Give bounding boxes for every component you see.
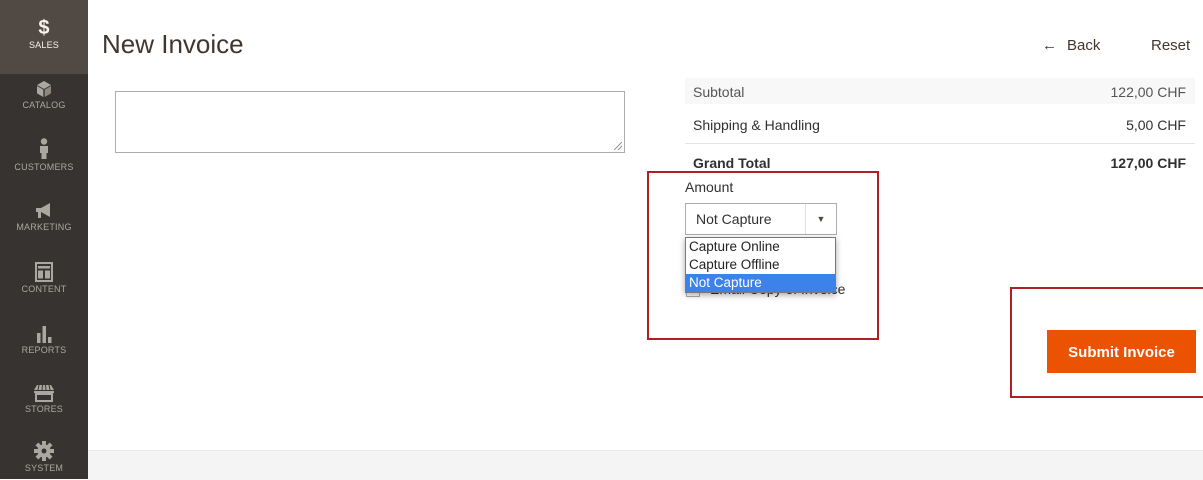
page-title: New Invoice (102, 29, 244, 59)
page-footer (88, 450, 1203, 480)
person-icon (40, 138, 48, 159)
shipping-label: Shipping & Handling (693, 117, 820, 133)
sidebar-item-catalog[interactable]: CATALOG (0, 80, 88, 110)
sidebar-item-system[interactable]: SYSTEM (0, 441, 88, 473)
sidebar-item-marketing[interactable]: MARKETING (0, 202, 88, 232)
sidebar-item-customers[interactable]: CUSTOMERS (0, 138, 88, 172)
grand-total-row: Grand Total 127,00 CHF (693, 155, 1186, 171)
totals-divider (685, 143, 1195, 144)
grand-total-label: Grand Total (693, 155, 771, 171)
grand-total-value: 127,00 CHF (1110, 155, 1186, 171)
sidebar-item-label: SALES (28, 40, 60, 50)
invoice-comment-textarea[interactable] (115, 91, 625, 153)
dollar-icon: $ (38, 17, 50, 39)
sidebar-item-label: CATALOG (22, 100, 66, 110)
back-label: Back (1067, 37, 1101, 54)
storefront-icon (34, 384, 54, 402)
highlight-box-capture (647, 171, 879, 340)
reset-button[interactable]: Reset (1151, 37, 1190, 54)
highlight-box-submit (1010, 287, 1203, 398)
gear-icon (34, 441, 54, 461)
sidebar-item-content[interactable]: CONTENT (0, 262, 88, 294)
sidebar-item-stores[interactable]: STORES (0, 384, 88, 414)
sidebar-item-label: STORES (24, 404, 64, 414)
sidebar-item-label: CONTENT (21, 284, 67, 294)
resize-grip-icon[interactable] (614, 142, 622, 150)
shipping-value: 5,00 CHF (1126, 117, 1186, 133)
subtotal-row: Subtotal 122,00 CHF (693, 84, 1186, 102)
shipping-row: Shipping & Handling 5,00 CHF (693, 117, 1186, 133)
sidebar-item-label: REPORTS (21, 345, 67, 355)
arrow-left-icon: ← (1042, 37, 1057, 54)
admin-sidebar: $ SALES CATALOG CUSTOMERS MARKETING CONT… (0, 0, 88, 479)
bar-chart-icon (37, 326, 52, 343)
sidebar-item-label: MARKETING (16, 222, 72, 232)
sidebar-item-sales[interactable]: $ SALES (0, 0, 88, 74)
megaphone-icon (36, 203, 50, 218)
sidebar-item-reports[interactable]: REPORTS (0, 325, 88, 355)
back-button[interactable]: ← Back (1042, 37, 1100, 54)
sidebar-item-label: CUSTOMERS (14, 162, 74, 172)
sidebar-item-label: SYSTEM (24, 463, 64, 473)
layout-icon (35, 262, 53, 282)
cube-icon (37, 81, 51, 97)
subtotal-label: Subtotal (693, 84, 745, 100)
subtotal-value: 122,00 CHF (1110, 84, 1186, 100)
